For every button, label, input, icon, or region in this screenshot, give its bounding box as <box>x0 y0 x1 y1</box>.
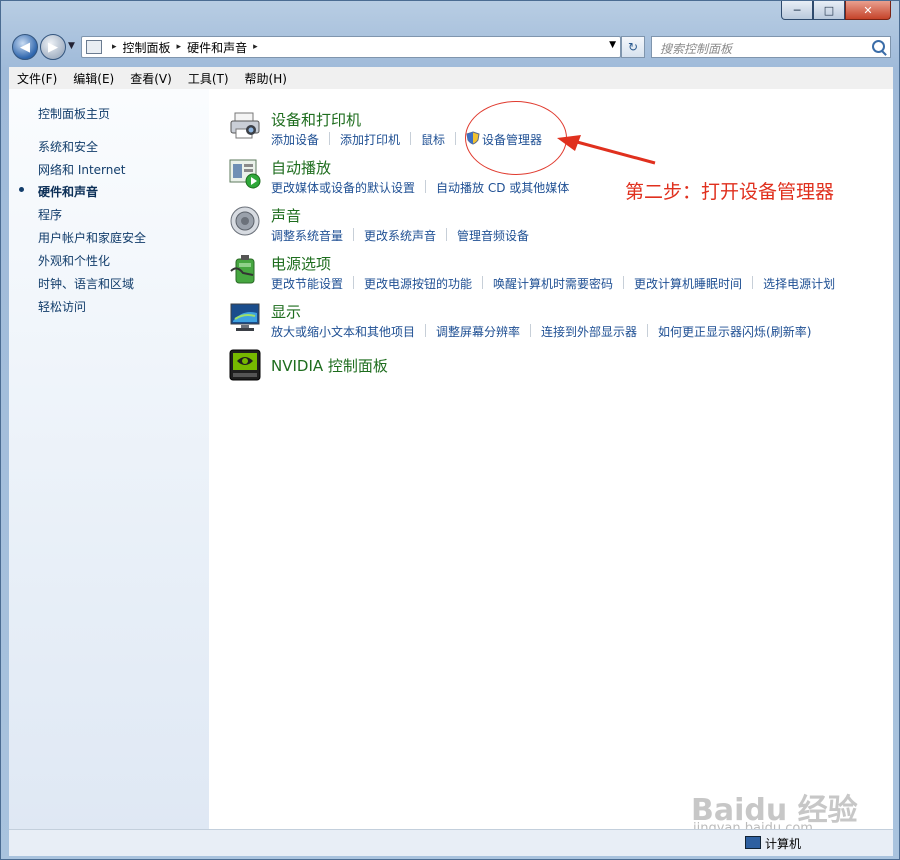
external-display-link[interactable]: 连接到外部显示器 <box>541 323 637 340</box>
monitor-icon[interactable] <box>229 301 261 333</box>
category-title[interactable]: NVIDIA 控制面板 <box>271 355 388 376</box>
power-button-function-link[interactable]: 更改电源按钮的功能 <box>364 275 472 292</box>
category-links: 调整系统音量 更改系统声音 管理音频设备 <box>271 227 529 244</box>
sidebar-item-hardware-sound[interactable]: 硬件和声音 <box>38 183 98 200</box>
content-pane: 设备和打印机 添加设备 添加打印机 鼠标 设备管理器 自动播放 更改媒体或设备的… <box>209 89 893 836</box>
recent-pages-dropdown[interactable]: ▼ <box>68 41 75 51</box>
sidebar: 控制面板主页 系统和安全 网络和 Internet 硬件和声音 程序 用户帐户和… <box>9 89 209 829</box>
maximize-button[interactable]: □ <box>813 1 845 20</box>
manage-audio-devices-link[interactable]: 管理音频设备 <box>457 227 529 244</box>
address-bar[interactable]: ▸ 控制面板 ▸ 硬件和声音 ▸ ▼ <box>81 36 621 58</box>
link-divider <box>410 132 412 145</box>
menu-help[interactable]: 帮助(H) <box>237 70 295 87</box>
step-annotation: 第二步：打开设备管理器 <box>625 181 835 203</box>
breadcrumb-separator[interactable]: ▸ <box>177 42 182 52</box>
printer-icon[interactable] <box>229 109 261 141</box>
change-system-sounds-link[interactable]: 更改系统声音 <box>364 227 436 244</box>
search-input[interactable]: 搜索控制面板 <box>651 36 891 58</box>
refresh-rate-link[interactable]: 如何更正显示器闪烁(刷新率) <box>658 323 811 340</box>
menu-view[interactable]: 查看(V) <box>122 70 180 87</box>
sidebar-item-network[interactable]: 网络和 Internet <box>38 161 125 178</box>
category-links: 放大或缩小文本和其他项目 调整屏幕分辨率 连接到外部显示器 如何更正显示器闪烁(… <box>271 323 811 340</box>
link-divider <box>482 276 484 289</box>
refresh-icon: ↻ <box>627 40 639 54</box>
search-placeholder: 搜索控制面板 <box>660 42 733 56</box>
link-divider <box>530 324 532 337</box>
link-divider <box>329 132 331 145</box>
battery-icon[interactable] <box>229 253 261 285</box>
link-divider <box>752 276 754 289</box>
menu-bar: 文件(F) 编辑(E) 查看(V) 工具(T) 帮助(H) <box>9 67 893 90</box>
wake-password-link[interactable]: 唤醒计算机时需要密码 <box>493 275 613 292</box>
current-item-bullet-icon <box>19 187 24 192</box>
choose-power-plan-link[interactable]: 选择电源计划 <box>763 275 835 292</box>
speaker-icon[interactable] <box>229 205 261 237</box>
close-button[interactable]: ✕ <box>845 1 891 20</box>
nvidia-icon[interactable] <box>229 349 261 381</box>
category-title[interactable]: 显示 <box>271 301 301 322</box>
menu-file[interactable]: 文件(F) <box>9 70 65 87</box>
red-arrow-icon <box>557 135 656 165</box>
navigation-bar: ◀ ▶ ▼ ▸ 控制面板 ▸ 硬件和声音 ▸ ▼ ↻ 搜索控制面板 <box>9 31 893 63</box>
sidebar-item-programs[interactable]: 程序 <box>38 206 62 223</box>
breadcrumb-separator[interactable]: ▸ <box>112 42 117 52</box>
back-button[interactable]: ◀ <box>12 34 38 60</box>
control-panel-icon <box>86 40 102 54</box>
highlight-circle <box>465 101 567 175</box>
address-dropdown-icon[interactable]: ▼ <box>609 40 616 50</box>
breadcrumb-separator[interactable]: ▸ <box>253 42 258 52</box>
link-divider <box>425 324 427 337</box>
screen-resolution-link[interactable]: 调整屏幕分辨率 <box>436 323 520 340</box>
category-title[interactable]: 声音 <box>271 205 301 226</box>
sidebar-item-clock-region[interactable]: 时钟、语言和区域 <box>38 275 134 292</box>
zoom-text-link[interactable]: 放大或缩小文本和其他项目 <box>271 323 415 340</box>
link-divider <box>455 132 457 145</box>
link-divider <box>446 228 448 241</box>
link-divider <box>353 276 355 289</box>
add-printer-link[interactable]: 添加打印机 <box>340 131 400 148</box>
back-arrow-icon: ◀ <box>20 39 30 55</box>
explorer-window: ─ □ ✕ ◀ ▶ ▼ ▸ 控制面板 ▸ 硬件和声音 ▸ ▼ ↻ 搜索控制面板 … <box>0 0 900 860</box>
caption-buttons: ─ □ ✕ <box>781 1 891 20</box>
menu-edit[interactable]: 编辑(E) <box>65 70 122 87</box>
forward-button[interactable]: ▶ <box>40 34 66 60</box>
status-label: 计算机 <box>765 837 802 851</box>
sidebar-home-link[interactable]: 控制面板主页 <box>38 105 110 122</box>
link-divider <box>425 180 427 193</box>
adjust-volume-link[interactable]: 调整系统音量 <box>271 227 343 244</box>
category-title[interactable]: 自动播放 <box>271 157 331 178</box>
add-device-link[interactable]: 添加设备 <box>271 131 319 148</box>
breadcrumb-hardware-sound[interactable]: 硬件和声音 <box>187 39 247 56</box>
sidebar-item-user-accounts[interactable]: 用户帐户和家庭安全 <box>38 229 146 246</box>
sidebar-item-appearance[interactable]: 外观和个性化 <box>38 252 110 269</box>
sidebar-item-system-security[interactable]: 系统和安全 <box>38 138 98 155</box>
minimize-button[interactable]: ─ <box>781 1 813 20</box>
status-bar: 计算机 <box>9 829 893 856</box>
mouse-link[interactable]: 鼠标 <box>421 131 445 148</box>
category-links: 更改媒体或设备的默认设置 自动播放 CD 或其他媒体 <box>271 179 569 196</box>
link-divider <box>623 276 625 289</box>
category-title[interactable]: 设备和打印机 <box>271 109 361 130</box>
refresh-button[interactable]: ↻ <box>621 36 645 58</box>
menu-tools[interactable]: 工具(T) <box>180 70 237 87</box>
breadcrumb-control-panel[interactable]: 控制面板 <box>123 39 171 56</box>
computer-icon <box>745 836 761 849</box>
autoplay-cd-link[interactable]: 自动播放 CD 或其他媒体 <box>436 179 569 196</box>
forward-arrow-icon: ▶ <box>48 39 58 55</box>
autoplay-icon[interactable] <box>229 157 261 189</box>
sidebar-item-ease-of-access[interactable]: 轻松访问 <box>38 298 86 315</box>
link-divider <box>353 228 355 241</box>
change-power-saving-link[interactable]: 更改节能设置 <box>271 275 343 292</box>
change-media-defaults-link[interactable]: 更改媒体或设备的默认设置 <box>271 179 415 196</box>
category-title[interactable]: 电源选项 <box>271 253 331 274</box>
link-divider <box>647 324 649 337</box>
sleep-time-link[interactable]: 更改计算机睡眠时间 <box>634 275 742 292</box>
search-icon[interactable] <box>872 40 885 53</box>
category-links: 更改节能设置 更改电源按钮的功能 唤醒计算机时需要密码 更改计算机睡眠时间 选择… <box>271 275 835 292</box>
